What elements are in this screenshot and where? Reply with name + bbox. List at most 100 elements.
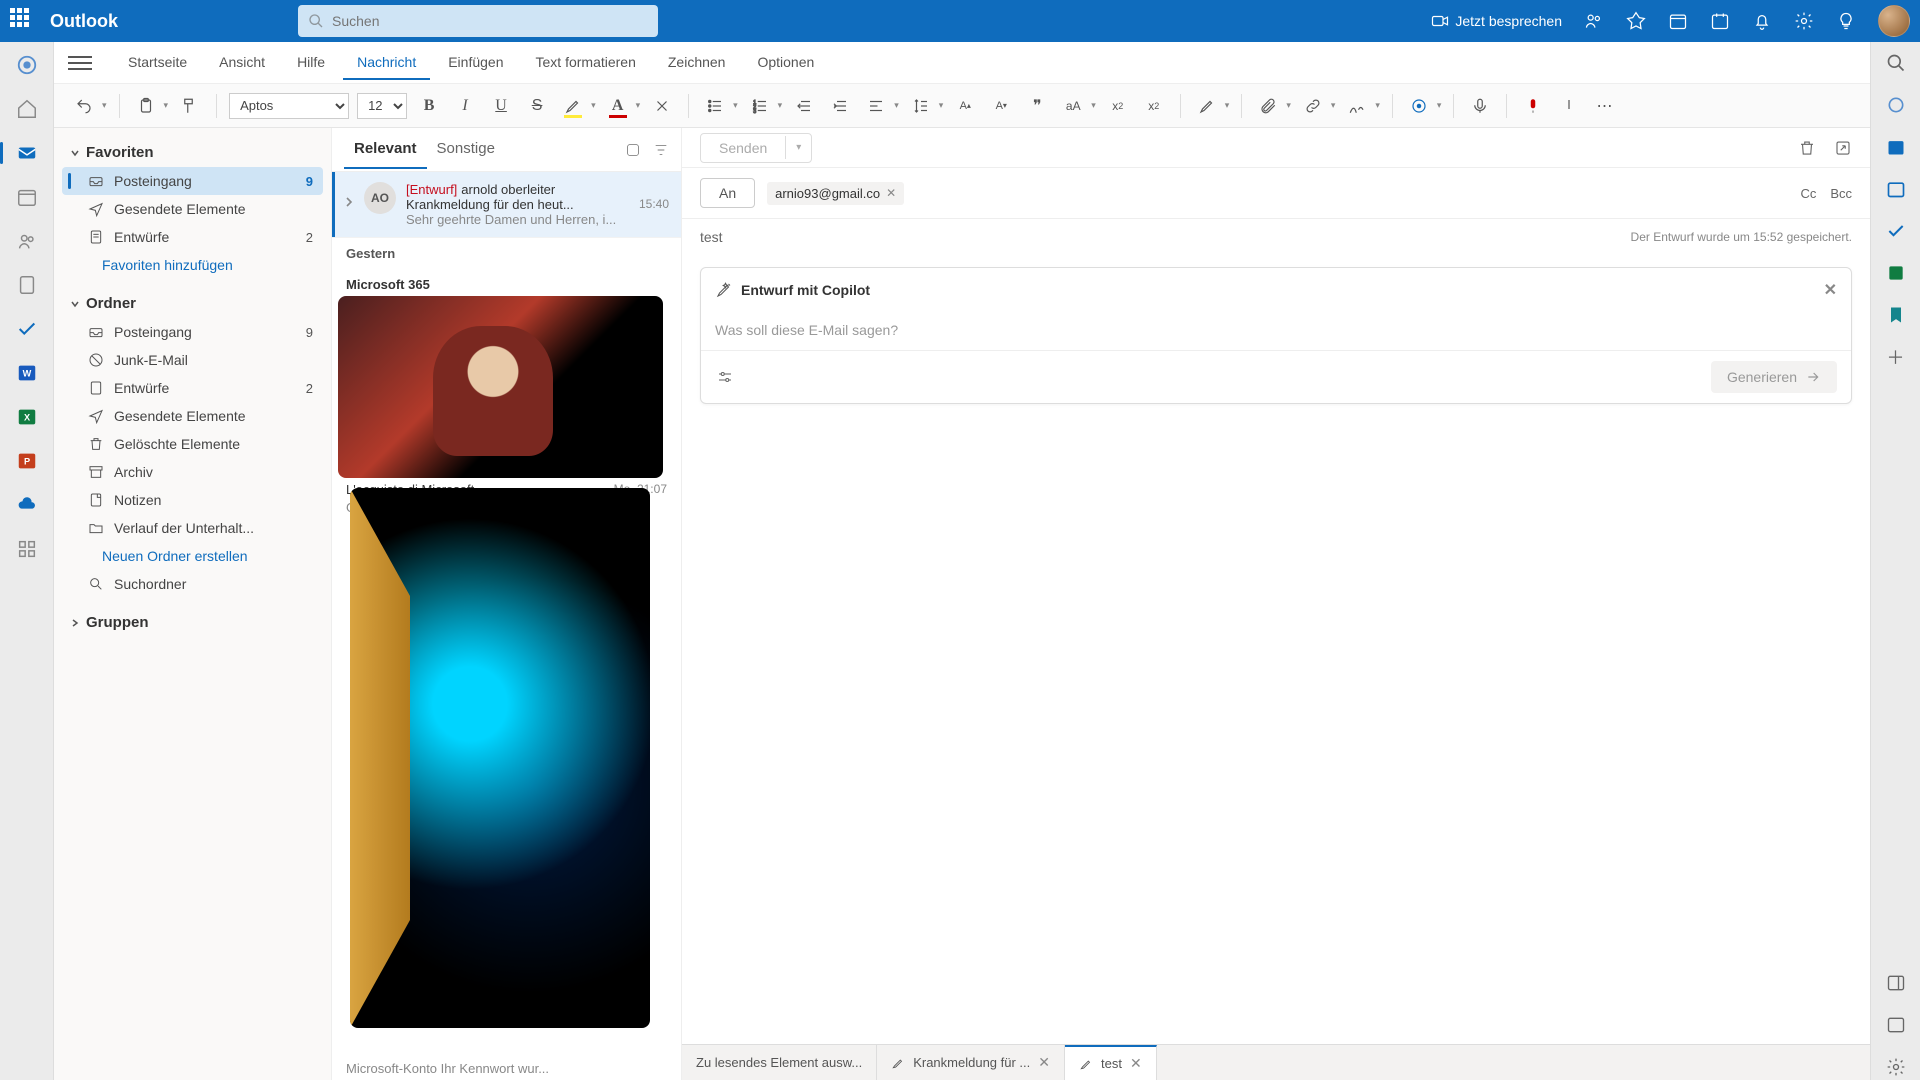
- folder-gesendete[interactable]: Gesendete Elemente: [62, 402, 323, 430]
- groups-header[interactable]: Gruppen: [62, 608, 323, 637]
- rail-calendar-icon[interactable]: [12, 182, 42, 212]
- bottom-tab-test[interactable]: test ✕: [1065, 1045, 1157, 1080]
- close-tab-icon[interactable]: ✕: [1038, 1054, 1050, 1071]
- copilot-prompt-input[interactable]: [715, 322, 1837, 338]
- to-button[interactable]: An: [700, 178, 755, 208]
- rail-excel-icon[interactable]: X: [12, 402, 42, 432]
- rail-more-apps-icon[interactable]: [12, 534, 42, 564]
- priority-button[interactable]: [1555, 92, 1583, 120]
- fav-gesendete[interactable]: Gesendete Elemente: [62, 195, 323, 223]
- expand-thread-icon[interactable]: [344, 182, 354, 222]
- send-dropdown-icon[interactable]: ▾: [785, 136, 811, 159]
- sensitivity-button[interactable]: [1519, 92, 1547, 120]
- rr-calendar-icon[interactable]: [1883, 134, 1909, 160]
- change-case-button[interactable]: aA: [1059, 92, 1087, 120]
- close-tab-icon[interactable]: ✕: [1130, 1055, 1142, 1072]
- popout-icon[interactable]: [1834, 139, 1852, 157]
- copilot-adjust-icon[interactable]: [715, 367, 735, 387]
- link-button[interactable]: [1299, 92, 1327, 120]
- tab-zeichnen[interactable]: Zeichnen: [654, 46, 740, 80]
- rr-contacts-icon[interactable]: [1883, 260, 1909, 286]
- clear-format-button[interactable]: [648, 92, 676, 120]
- rail-word-icon[interactable]: W: [12, 358, 42, 388]
- folder-posteingang[interactable]: Posteingang9: [62, 318, 323, 346]
- tab-startseite[interactable]: Startseite: [114, 46, 201, 80]
- folder-junk[interactable]: Junk-E-Mail: [62, 346, 323, 374]
- bold-button[interactable]: B: [415, 92, 443, 120]
- tab-einfuegen[interactable]: Einfügen: [434, 46, 517, 80]
- hamburger-icon[interactable]: [68, 51, 92, 75]
- remove-recipient-icon[interactable]: ✕: [886, 186, 896, 200]
- styles-button[interactable]: [1193, 92, 1221, 120]
- font-size-select[interactable]: 12: [357, 93, 407, 119]
- premium-icon[interactable]: [1626, 11, 1646, 31]
- tab-text-formatieren[interactable]: Text formatieren: [522, 46, 650, 80]
- more-ribbon-button[interactable]: ⋯: [1591, 92, 1619, 120]
- paste-button[interactable]: [132, 92, 160, 120]
- subscript-button[interactable]: x2: [1104, 92, 1132, 120]
- folder-entwuerfe[interactable]: Entwürfe2: [62, 374, 323, 402]
- msglist-tab-relevant[interactable]: Relevant: [344, 130, 427, 169]
- tab-nachricht[interactable]: Nachricht: [343, 46, 430, 80]
- font-family-select[interactable]: Aptos: [229, 93, 349, 119]
- app-launcher-icon[interactable]: [10, 8, 36, 34]
- outdent-button[interactable]: [790, 92, 818, 120]
- quote-button[interactable]: ❞: [1023, 92, 1051, 120]
- calendar-day-icon[interactable]: [1668, 11, 1688, 31]
- font-color-button[interactable]: A: [604, 92, 632, 120]
- superscript-button[interactable]: x2: [1140, 92, 1168, 120]
- rail-home-icon[interactable]: [12, 94, 42, 124]
- rr-copilot-icon[interactable]: [1883, 92, 1909, 118]
- rr-settings-icon[interactable]: [1883, 1054, 1909, 1080]
- tab-hilfe[interactable]: Hilfe: [283, 46, 339, 80]
- underline-button[interactable]: U: [487, 92, 515, 120]
- folder-suchordner[interactable]: Suchordner: [62, 570, 323, 598]
- copilot-close-icon[interactable]: ✕: [1824, 280, 1837, 300]
- rr-side-panel-icon[interactable]: [1883, 970, 1909, 996]
- account-avatar[interactable]: [1878, 5, 1910, 37]
- add-favorite-link[interactable]: Favoriten hinzufügen: [62, 251, 323, 279]
- msglist-tab-sonstige[interactable]: Sonstige: [427, 130, 505, 169]
- bullets-button[interactable]: [701, 92, 729, 120]
- attach-button[interactable]: [1254, 92, 1282, 120]
- cc-button[interactable]: Cc: [1800, 186, 1816, 201]
- indent-button[interactable]: [826, 92, 854, 120]
- italic-button[interactable]: I: [451, 92, 479, 120]
- bottom-tab-krankmeldung[interactable]: Krankmeldung für ... ✕: [877, 1045, 1065, 1080]
- rr-bookmarks-icon[interactable]: [1883, 302, 1909, 328]
- tab-optionen[interactable]: Optionen: [743, 46, 828, 80]
- search-box[interactable]: [298, 5, 658, 37]
- rail-people-icon[interactable]: [12, 226, 42, 256]
- align-button[interactable]: [862, 92, 890, 120]
- settings-icon[interactable]: [1794, 11, 1814, 31]
- tips-icon[interactable]: [1836, 11, 1856, 31]
- rail-mail-icon[interactable]: [12, 138, 42, 168]
- rr-expand-icon[interactable]: [1883, 1012, 1909, 1038]
- signature-button[interactable]: [1343, 92, 1371, 120]
- my-day-icon[interactable]: [1710, 11, 1730, 31]
- fav-entwuerfe[interactable]: Entwürfe 2: [62, 223, 323, 251]
- copilot-generate-button[interactable]: Generieren: [1711, 361, 1837, 393]
- dictate-button[interactable]: [1466, 92, 1494, 120]
- rail-onedrive-icon[interactable]: [12, 490, 42, 520]
- meet-now-button[interactable]: Jetzt besprechen: [1431, 12, 1562, 30]
- numbering-button[interactable]: 123: [746, 92, 774, 120]
- subject-field[interactable]: test: [700, 229, 723, 245]
- teams-icon[interactable]: [1584, 11, 1604, 31]
- rr-add-icon[interactable]: ＋: [1883, 344, 1909, 370]
- favorites-header[interactable]: Favoriten: [62, 138, 323, 167]
- new-folder-link[interactable]: Neuen Ordner erstellen: [62, 542, 323, 570]
- tab-ansicht[interactable]: Ansicht: [205, 46, 279, 80]
- search-input[interactable]: [332, 13, 648, 29]
- grow-font-button[interactable]: A▴: [951, 92, 979, 120]
- filter-icon[interactable]: [653, 142, 669, 158]
- folder-verlauf[interactable]: Verlauf der Unterhalt...: [62, 514, 323, 542]
- folder-archiv[interactable]: Archiv: [62, 458, 323, 486]
- rail-powerpoint-icon[interactable]: P: [12, 446, 42, 476]
- rr-day-icon[interactable]: [1883, 176, 1909, 202]
- line-spacing-button[interactable]: [907, 92, 935, 120]
- select-mode-icon[interactable]: [625, 142, 641, 158]
- bottom-tab-reading[interactable]: Zu lesendes Element ausw...: [682, 1045, 877, 1080]
- strike-button[interactable]: S: [523, 92, 551, 120]
- rail-files-icon[interactable]: [12, 270, 42, 300]
